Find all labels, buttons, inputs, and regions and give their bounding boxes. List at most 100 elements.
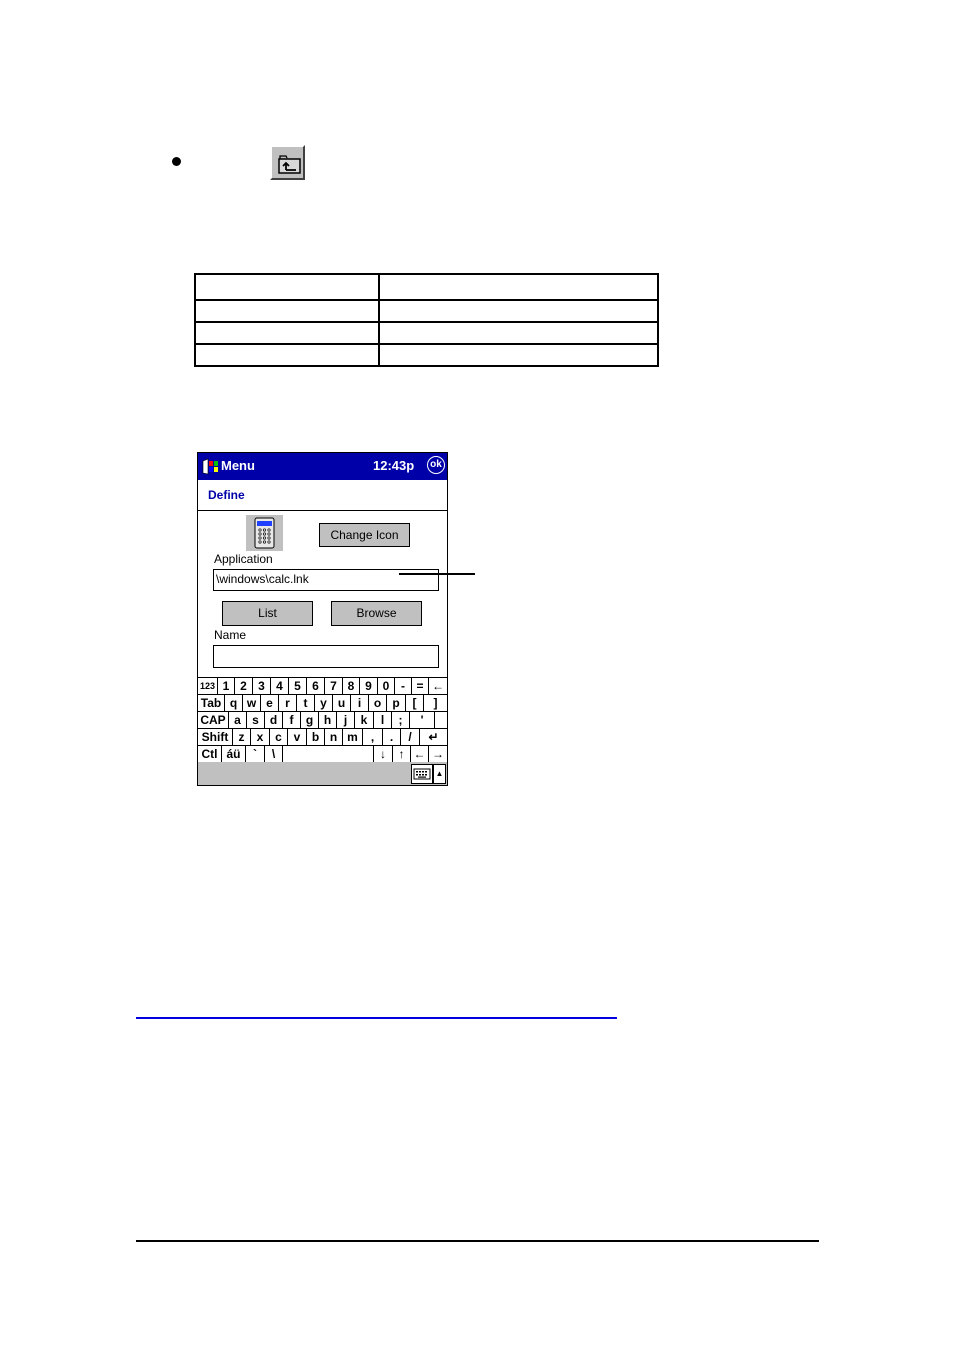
key[interactable]: i: [351, 695, 369, 711]
key[interactable]: =: [412, 678, 429, 694]
key[interactable]: ]: [424, 695, 447, 711]
keyboard-row: Shift z x c v b n m , . / ↵: [198, 728, 447, 745]
table-cell: [194, 321, 380, 345]
key[interactable]: `: [246, 746, 265, 762]
key[interactable]: 7: [325, 678, 343, 694]
key[interactable]: j: [337, 712, 355, 728]
key[interactable]: g: [301, 712, 319, 728]
key[interactable]: 8: [343, 678, 360, 694]
enter-key[interactable]: ↵: [420, 729, 447, 745]
footer-rule: [136, 1240, 819, 1242]
calculator-icon: [254, 517, 275, 549]
key[interactable]: m: [343, 729, 363, 745]
keyboard-icon: [413, 768, 431, 780]
key[interactable]: z: [233, 729, 251, 745]
change-icon-button[interactable]: Change Icon: [319, 523, 410, 547]
key[interactable]: ,: [363, 729, 383, 745]
key[interactable]: k: [355, 712, 374, 728]
up-arrow-key[interactable]: ↑: [393, 746, 411, 762]
space-key[interactable]: [283, 746, 374, 762]
name-field[interactable]: [213, 645, 439, 668]
table-cell: [194, 273, 380, 301]
header-bar: Define: [198, 480, 447, 511]
menu-title[interactable]: Menu: [221, 458, 255, 473]
key[interactable]: Shift: [198, 729, 233, 745]
key[interactable]: f: [283, 712, 301, 728]
right-arrow-key[interactable]: →: [429, 746, 447, 762]
app-icon-well: [246, 515, 283, 551]
key[interactable]: [: [406, 695, 424, 711]
key[interactable]: áü: [222, 746, 246, 762]
key[interactable]: 5: [289, 678, 307, 694]
key[interactable]: .: [383, 729, 401, 745]
name-label: Name: [214, 628, 247, 642]
key[interactable]: b: [307, 729, 325, 745]
key[interactable]: a: [229, 712, 247, 728]
table-cell: [378, 321, 659, 345]
folder-up-icon: [278, 155, 301, 174]
key[interactable]: /: [401, 729, 420, 745]
input-panel-button[interactable]: [411, 764, 433, 784]
key[interactable]: w: [243, 695, 261, 711]
key[interactable]: 6: [307, 678, 325, 694]
key[interactable]: n: [325, 729, 343, 745]
key[interactable]: p: [387, 695, 406, 711]
key[interactable]: 3: [253, 678, 271, 694]
table-cell: [378, 343, 659, 367]
down-arrow-key[interactable]: ↓: [374, 746, 393, 762]
title-bar: Menu 12:43p ok: [198, 453, 447, 480]
table-cell: [194, 299, 380, 323]
key[interactable]: -: [395, 678, 412, 694]
table-row: [194, 273, 659, 301]
key[interactable]: d: [265, 712, 283, 728]
key[interactable]: ': [410, 712, 435, 728]
ok-button[interactable]: ok: [427, 456, 445, 474]
key[interactable]: 123: [198, 678, 218, 694]
key[interactable]: t: [297, 695, 315, 711]
key[interactable]: l: [374, 712, 392, 728]
key[interactable]: 4: [271, 678, 289, 694]
backspace-key[interactable]: ←: [429, 678, 447, 694]
key[interactable]: c: [270, 729, 288, 745]
folder-up-button[interactable]: [270, 145, 305, 180]
left-arrow-key[interactable]: ←: [411, 746, 429, 762]
key[interactable]: ;: [392, 712, 410, 728]
soft-keyboard: 123 1 2 3 4 5 6 7 8 9 0 - = ← Tab q w e …: [198, 677, 447, 763]
application-label: Application: [214, 552, 273, 566]
blank-table: [194, 273, 659, 367]
key[interactable]: u: [333, 695, 351, 711]
keyboard-row: Ctl áü ` \ ↓ ↑ ← →: [198, 745, 447, 763]
key[interactable]: x: [251, 729, 270, 745]
key[interactable]: s: [247, 712, 265, 728]
key[interactable]: h: [319, 712, 337, 728]
key[interactable]: \: [265, 746, 283, 762]
table-row: [194, 343, 659, 367]
key[interactable]: 9: [360, 678, 378, 694]
key[interactable]: Ctl: [198, 746, 222, 762]
key[interactable]: 0: [378, 678, 395, 694]
table-row: [194, 299, 659, 323]
key[interactable]: Tab: [198, 695, 225, 711]
browse-button[interactable]: Browse: [331, 601, 422, 626]
list-button[interactable]: List: [222, 601, 313, 626]
bullet: [172, 157, 181, 166]
hyperlink-underline[interactable]: [136, 1017, 617, 1019]
key[interactable]: y: [315, 695, 333, 711]
windows-flag-icon[interactable]: [202, 458, 220, 475]
key[interactable]: r: [279, 695, 297, 711]
key[interactable]: e: [261, 695, 279, 711]
callout-line: [399, 573, 475, 575]
table-cell: [378, 299, 659, 323]
keyboard-row: CAP a s d f g h j k l ; ': [198, 711, 447, 728]
table-cell: [194, 343, 380, 367]
key[interactable]: CAP: [198, 712, 229, 728]
key[interactable]: v: [288, 729, 307, 745]
menu-bar: ▲: [198, 762, 447, 785]
key[interactable]: o: [369, 695, 387, 711]
key[interactable]: q: [225, 695, 243, 711]
key[interactable]: 1: [218, 678, 235, 694]
input-panel-arrow[interactable]: ▲: [433, 764, 446, 784]
keyboard-row: 123 1 2 3 4 5 6 7 8 9 0 - = ←: [198, 677, 447, 694]
clock[interactable]: 12:43p: [373, 458, 414, 473]
key[interactable]: 2: [235, 678, 253, 694]
